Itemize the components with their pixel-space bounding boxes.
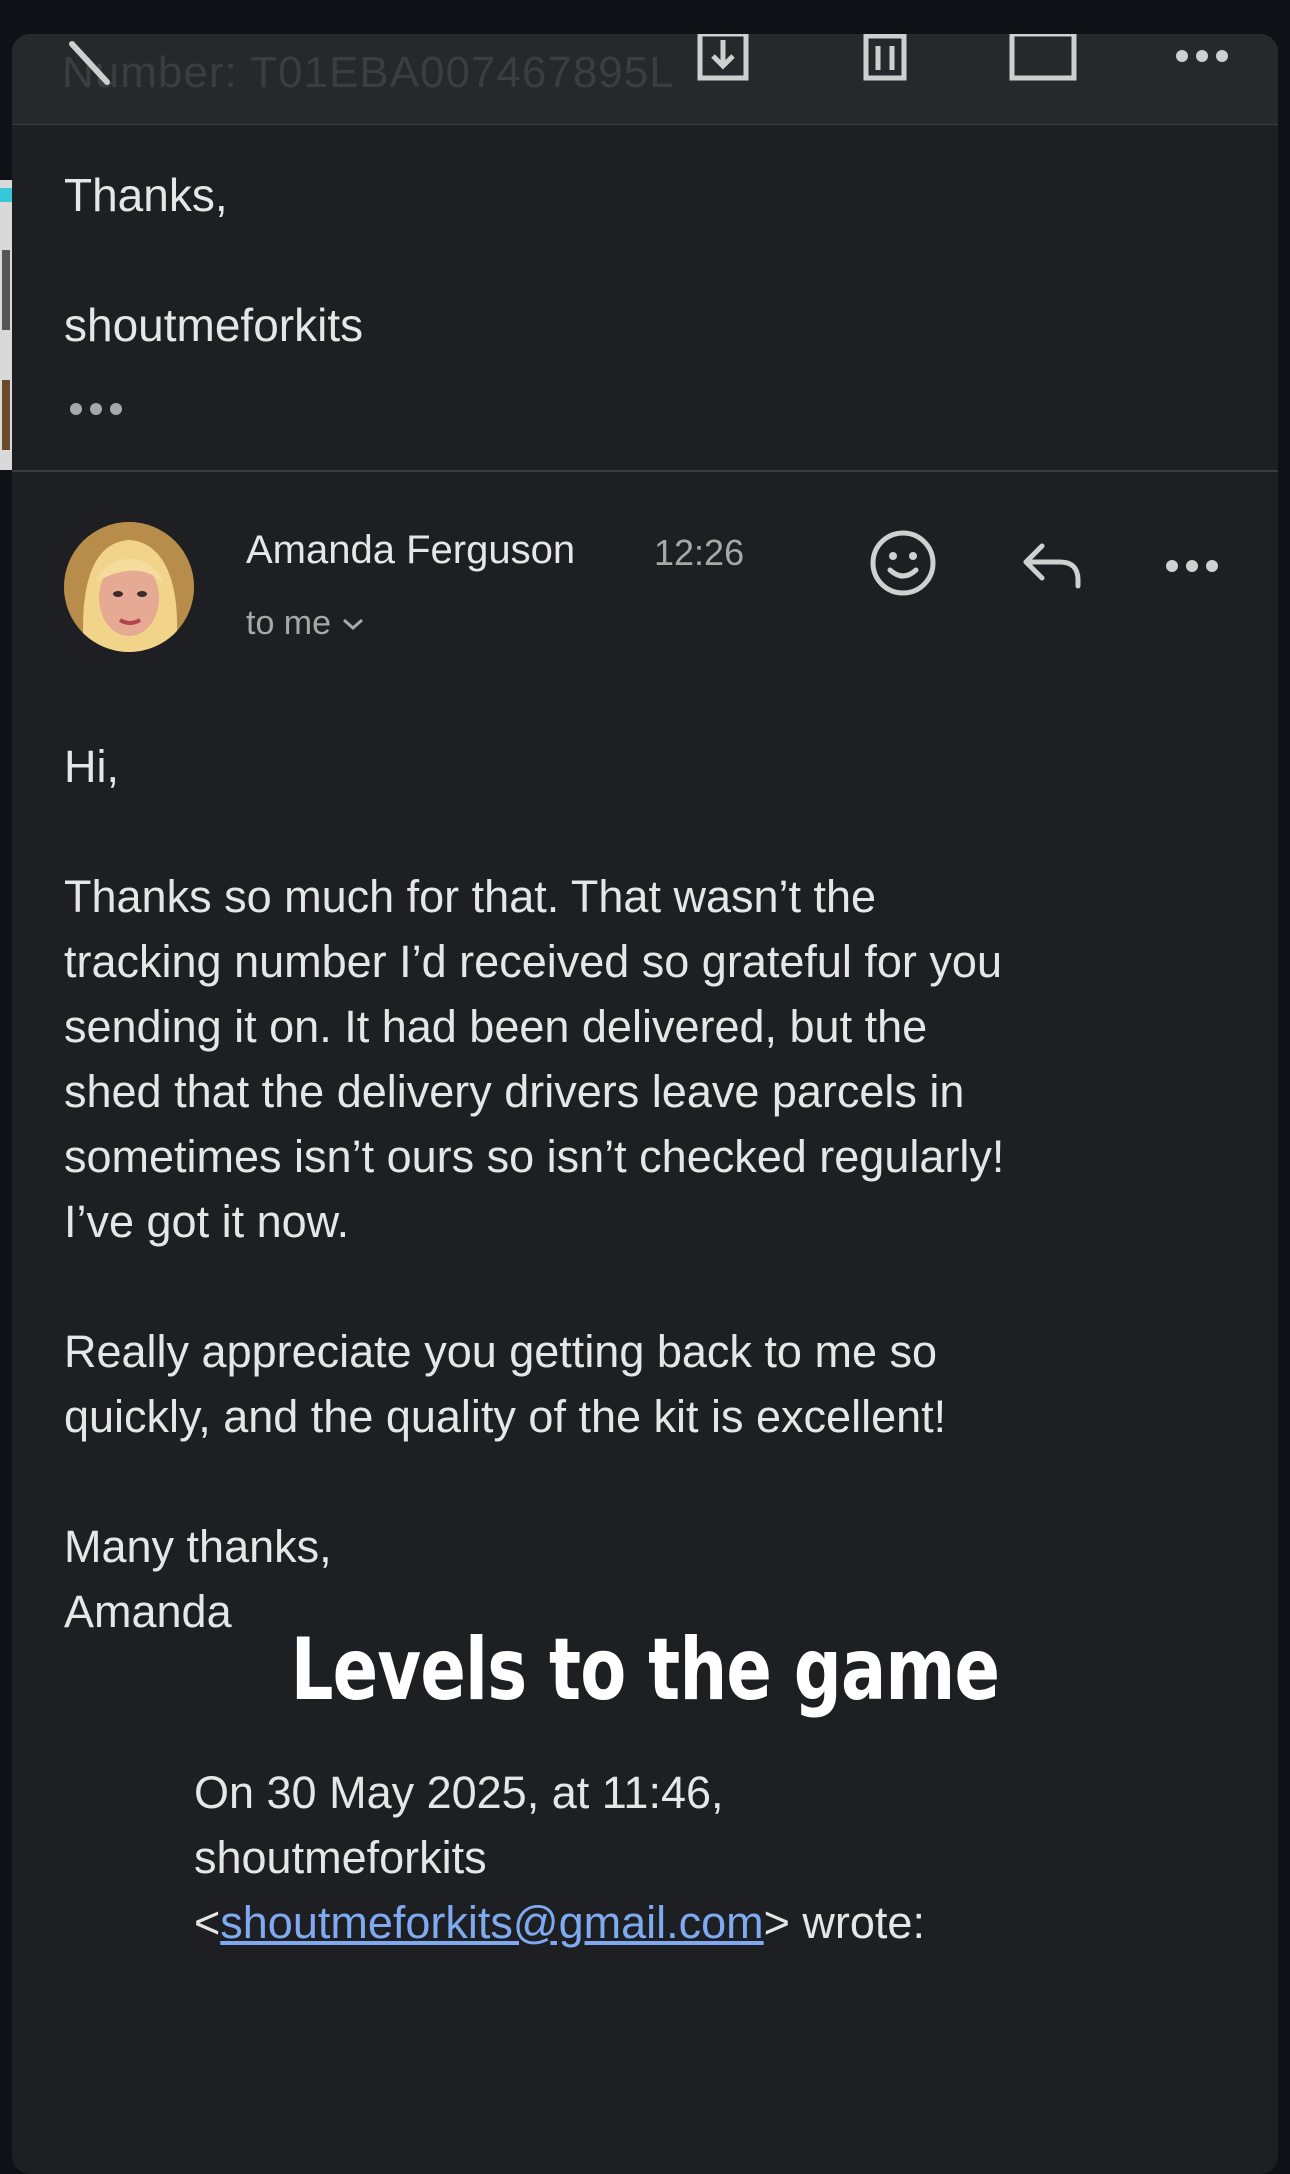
mark-unread-icon[interactable] xyxy=(1002,34,1082,96)
more-options-icon[interactable] xyxy=(1162,34,1242,78)
top-toolbar: Number: T01EBA007467895L xyxy=(12,34,1278,125)
chevron-down-icon xyxy=(343,618,364,630)
message-divider xyxy=(12,470,1278,472)
delete-icon[interactable] xyxy=(850,34,920,96)
quote-prefix: < xyxy=(194,1897,221,1948)
message-body: Hi, Thanks so much for that. That wasn’t… xyxy=(64,734,1244,1644)
archive-icon[interactable] xyxy=(688,34,758,96)
quoted-email-link[interactable]: shoutmeforkits@gmail.com xyxy=(220,1897,763,1948)
overlay-caption: Levels to the game xyxy=(290,1620,1000,1720)
recipient-details-toggle[interactable]: to me xyxy=(246,604,365,643)
emoji-reaction-icon[interactable] xyxy=(868,528,938,598)
background-app-sliver xyxy=(0,180,12,470)
quote-line-1: On 30 May 2025, at 11:46, xyxy=(194,1767,724,1818)
message-more-icon[interactable] xyxy=(1158,546,1228,586)
signoff-line-1: Many thanks, xyxy=(64,1521,332,1572)
previous-closing: Thanks, xyxy=(64,169,228,221)
body-paragraph-1: Thanks so much for that. That wasn’t the… xyxy=(64,871,1005,1247)
email-thread: Number: T01EBA007467895L Thanks, shoutme… xyxy=(12,34,1278,2174)
body-paragraph-2: Really appreciate you getting back to me… xyxy=(64,1326,947,1442)
scrolled-subject-text: Number: T01EBA007467895L xyxy=(62,48,675,97)
quoted-header: On 30 May 2025, at 11:46, shoutmeforkits… xyxy=(194,1760,925,1955)
recipient-label: to me xyxy=(246,604,332,642)
reply-icon[interactable] xyxy=(1018,534,1088,594)
body-greeting: Hi, xyxy=(64,741,119,792)
previous-signature: shoutmeforkits xyxy=(64,299,364,351)
message-time: 12:26 xyxy=(654,532,745,573)
previous-message-body: Thanks, shoutmeforkits xyxy=(64,164,363,356)
back-arrow-icon[interactable] xyxy=(62,34,122,94)
sender-avatar[interactable] xyxy=(64,522,194,652)
quote-line-2: shoutmeforkits xyxy=(194,1832,487,1883)
quote-suffix: > wrote: xyxy=(763,1897,925,1948)
show-trimmed-content-icon[interactable] xyxy=(66,394,126,424)
sender-name[interactable]: Amanda Ferguson xyxy=(246,528,575,573)
